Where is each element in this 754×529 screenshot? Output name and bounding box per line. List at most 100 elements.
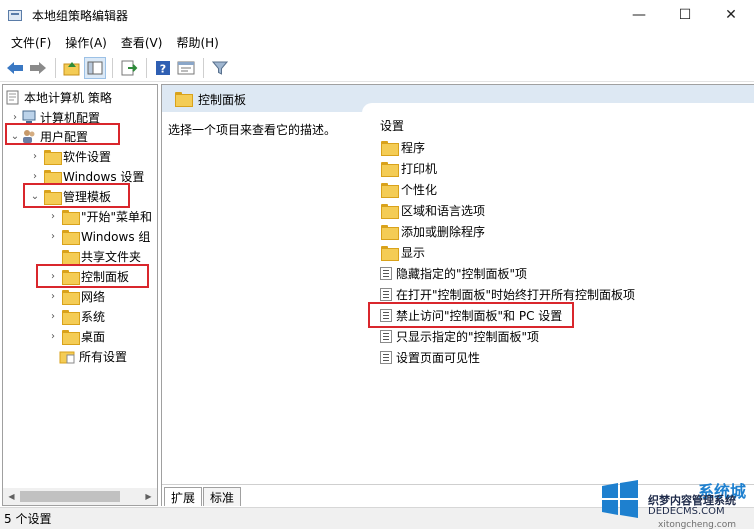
group-policy-app-icon <box>8 8 24 22</box>
folder-icon <box>175 92 193 107</box>
folder-icon <box>44 149 62 165</box>
title-bar: 本地组策略编辑器 — ☐ ✕ <box>0 0 754 30</box>
chevron-right-icon[interactable]: › <box>47 291 59 302</box>
list-item-folder-printers[interactable]: 打印机 <box>378 158 437 179</box>
policy-document-icon <box>6 90 19 104</box>
list-item-setting-hide-items[interactable]: 隐藏指定的"控制面板"项 <box>378 263 527 284</box>
menu-file[interactable]: 文件(F) <box>4 34 58 51</box>
tree-item-shared-folders[interactable]: 共享文件夹 <box>47 246 141 266</box>
menu-view[interactable]: 查看(V) <box>114 34 170 51</box>
list-item-folder-regional[interactable]: 区域和语言选项 <box>378 200 485 221</box>
policy-setting-icon <box>380 309 392 322</box>
tree-item-windows-settings[interactable]: › Windows 设置 <box>29 166 144 186</box>
chevron-right-icon[interactable]: › <box>47 271 59 282</box>
policy-setting-icon <box>380 351 392 364</box>
forward-arrow-icon[interactable] <box>27 57 49 79</box>
tree-item-root[interactable]: 本地计算机 策略 <box>5 87 112 107</box>
tree-item-all-settings[interactable]: 所有设置 <box>47 346 127 366</box>
scroll-left-arrow-icon[interactable]: ◀ <box>3 488 20 505</box>
tree-item-desktop[interactable]: › 桌面 <box>47 326 105 346</box>
scroll-right-arrow-icon[interactable]: ▶ <box>140 488 157 505</box>
chevron-right-icon[interactable]: › <box>29 151 41 162</box>
description-text: 选择一个项目来查看它的描述。 <box>168 123 337 137</box>
folder-icon <box>381 183 399 198</box>
list-item-setting-prohibit-access[interactable]: 禁止访问"控制面板"和 PC 设置 <box>378 305 562 326</box>
chevron-right-icon[interactable]: › <box>9 112 21 123</box>
folder-icon <box>381 204 399 219</box>
folder-icon <box>44 169 62 185</box>
folder-icon <box>381 225 399 240</box>
tree-item-system[interactable]: › 系统 <box>47 306 105 326</box>
tree-item-user-config[interactable]: ⌄ 用户配置 <box>9 126 88 146</box>
toolbar-separator <box>203 57 204 78</box>
tree-item-windows-components[interactable]: › Windows 组 <box>47 226 150 246</box>
tree-pane[interactable]: 本地计算机 策略 › 计算机配置 ⌄ 用户配置 › 软件设置 › Windows… <box>2 84 158 506</box>
folder-icon <box>62 249 80 265</box>
chevron-right-icon[interactable]: › <box>47 211 59 222</box>
tree-item-computer-config[interactable]: › 计算机配置 <box>9 107 100 127</box>
menu-action[interactable]: 操作(A) <box>58 34 114 51</box>
tree-item-start-menu[interactable]: › "开始"菜单和 <box>47 206 152 226</box>
watermark-url: xitongcheng.com <box>658 520 736 529</box>
chevron-down-icon[interactable]: ⌄ <box>9 131 21 142</box>
policy-setting-icon <box>380 330 392 343</box>
tree-item-control-panel[interactable]: › 控制面板 <box>47 266 129 286</box>
list-item-folder-personalization[interactable]: 个性化 <box>378 179 437 200</box>
toolbar: ? <box>0 54 754 82</box>
detail-pane: 控制面板 选择一个项目来查看它的描述。 设置 程序 打印机 个性化 区域和语言选… <box>161 84 754 506</box>
folder-icon <box>381 246 399 261</box>
back-arrow-icon[interactable] <box>4 57 26 79</box>
window-title: 本地组策略编辑器 <box>32 8 129 23</box>
windows-logo-icon <box>602 480 638 518</box>
toolbar-separator <box>55 57 56 78</box>
list-item-setting-always-open-all[interactable]: 在打开"控制面板"时始终打开所有控制面板项 <box>378 284 635 305</box>
export-list-icon[interactable] <box>118 57 140 79</box>
tree-horizontal-scrollbar[interactable]: ◀ ▶ <box>3 488 157 505</box>
svg-text:?: ? <box>160 62 166 75</box>
column-header-settings[interactable]: 设置 <box>380 117 404 134</box>
menu-bar: 文件(F) 操作(A) 查看(V) 帮助(H) <box>0 30 754 54</box>
menu-help[interactable]: 帮助(H) <box>169 34 225 51</box>
list-item-setting-page-visibility[interactable]: 设置页面可见性 <box>378 347 480 368</box>
chevron-right-icon[interactable]: › <box>47 231 59 242</box>
folder-icon <box>62 289 80 305</box>
toolbar-separator <box>112 57 113 78</box>
close-button[interactable]: ✕ <box>708 0 754 30</box>
properties-icon[interactable] <box>175 57 197 79</box>
watermark: 系统城 织梦内容管理系统 DEDECMS.COM xitongcheng.com <box>598 470 754 529</box>
folder-icon <box>62 229 80 245</box>
tab-standard[interactable]: 标准 <box>203 487 242 506</box>
folder-icon <box>62 329 80 345</box>
detail-header-title: 控制面板 <box>198 93 247 107</box>
maximize-button[interactable]: ☐ <box>662 0 708 30</box>
folder-icon <box>62 209 80 225</box>
chevron-down-icon[interactable]: ⌄ <box>29 191 41 202</box>
toolbar-separator <box>146 57 147 78</box>
chevron-right-icon[interactable]: › <box>29 171 41 182</box>
chevron-right-icon[interactable]: › <box>47 311 59 322</box>
settings-list: 设置 程序 打印机 个性化 区域和语言选项 添加或删除程序 显示 隐藏指定的"控… <box>362 103 754 480</box>
status-text: 5 个设置 <box>4 512 52 526</box>
folder-open-icon <box>62 269 80 285</box>
scrollbar-thumb[interactable] <box>20 491 120 502</box>
up-folder-icon[interactable] <box>61 57 83 79</box>
all-settings-folder-icon <box>59 351 75 363</box>
filter-icon[interactable] <box>209 57 231 79</box>
folder-icon <box>44 189 62 205</box>
list-item-folder-programs[interactable]: 程序 <box>378 137 425 158</box>
tree-item-software-settings[interactable]: › 软件设置 <box>29 146 111 166</box>
list-item-folder-add-remove[interactable]: 添加或删除程序 <box>378 221 485 242</box>
tree-item-admin-templates[interactable]: ⌄ 管理模板 <box>29 186 111 206</box>
policy-setting-icon <box>380 267 392 280</box>
tab-extended[interactable]: 扩展 <box>164 487 203 506</box>
computer-icon <box>22 110 36 123</box>
list-item-folder-display[interactable]: 显示 <box>378 242 425 263</box>
folder-icon <box>62 309 80 325</box>
chevron-right-icon[interactable]: › <box>47 331 59 342</box>
list-item-setting-show-only[interactable]: 只显示指定的"控制面板"项 <box>378 326 539 347</box>
users-icon <box>23 129 35 143</box>
minimize-button[interactable]: — <box>616 0 662 30</box>
show-hide-tree-icon[interactable] <box>84 56 106 79</box>
help-icon[interactable]: ? <box>152 57 174 79</box>
tree-item-network[interactable]: › 网络 <box>47 286 105 306</box>
